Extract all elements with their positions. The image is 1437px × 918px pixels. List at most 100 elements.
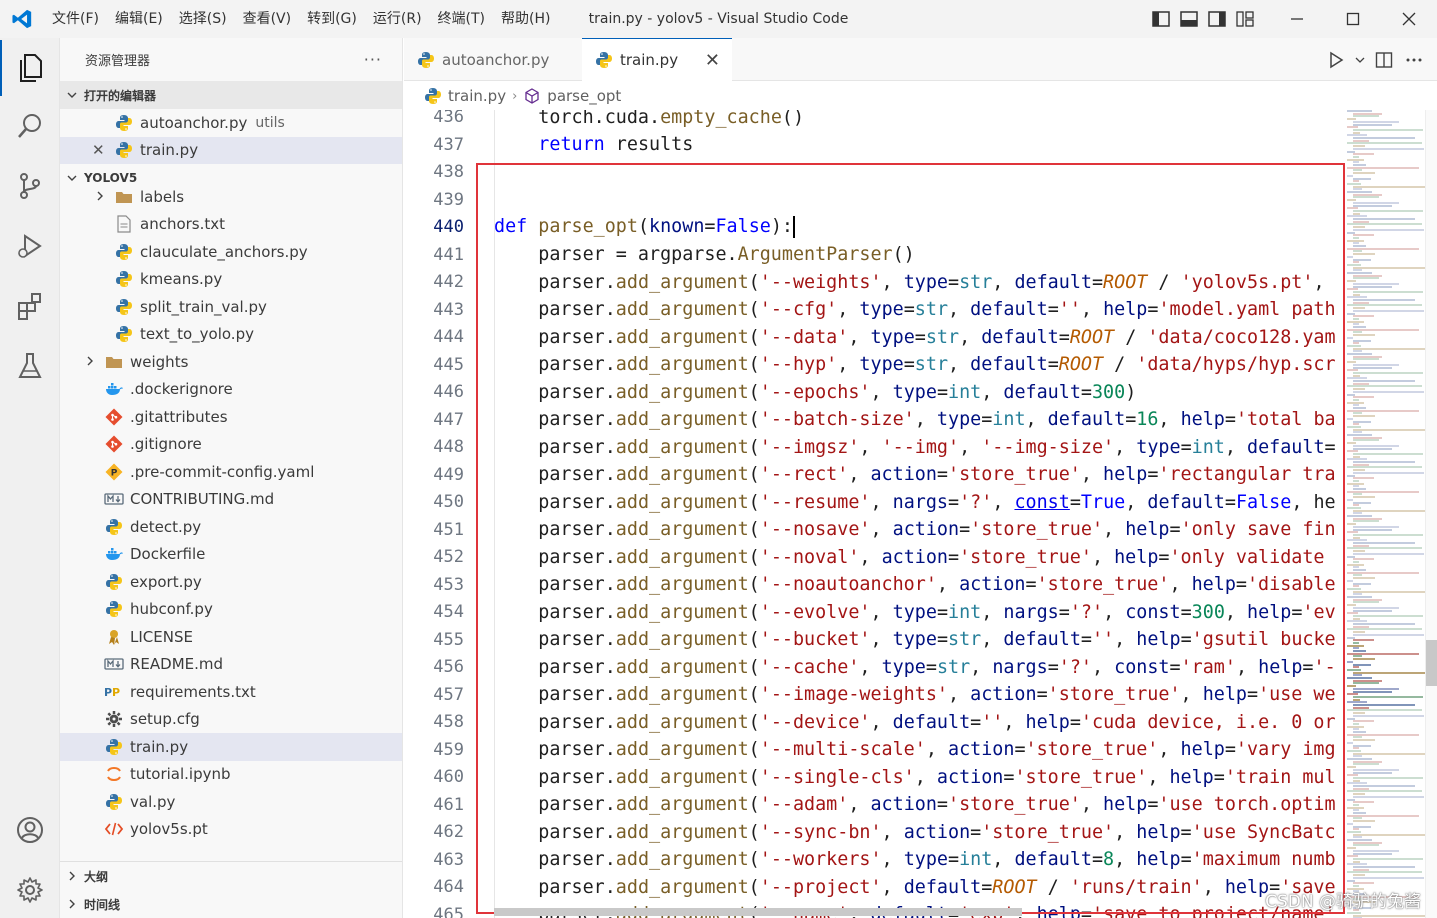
file-item[interactable]: CONTRIBUTING.md: [60, 486, 402, 514]
minimap-line: [1347, 839, 1373, 841]
folder-item[interactable]: labels: [60, 183, 402, 211]
open-editor-item[interactable]: ✕ train.py: [60, 136, 402, 164]
file-item[interactable]: text_to_yolo.py: [60, 321, 402, 349]
markdown-icon: [104, 489, 124, 509]
minimap-line: [1353, 172, 1376, 175]
maximize-icon[interactable]: [1325, 0, 1381, 38]
close-window-icon[interactable]: [1381, 0, 1437, 38]
file-item[interactable]: export.py: [60, 568, 402, 596]
minimize-icon[interactable]: [1269, 0, 1325, 38]
explorer-icon[interactable]: [0, 40, 60, 96]
toggle-primary-sidebar-icon[interactable]: [1147, 0, 1175, 38]
minimap[interactable]: [1345, 110, 1425, 918]
file-name: yolov5s.pt: [130, 820, 208, 839]
menu-item[interactable]: 终端(T): [430, 0, 493, 38]
file-item[interactable]: tutorial.ipynb: [60, 761, 402, 789]
outline-section[interactable]: 大纲: [60, 862, 402, 890]
horizontal-scrollbar-thumb[interactable]: [494, 908, 1022, 916]
open-editor-item[interactable]: autoanchor.py utils: [60, 109, 402, 137]
file-item[interactable]: train.py: [60, 733, 402, 761]
testing-flask-icon[interactable]: [0, 338, 60, 394]
code-line: 451 parser.add_argument('--nosave', acti…: [404, 516, 1336, 544]
folder-item[interactable]: weights: [60, 348, 402, 376]
minimap-line: [1353, 469, 1366, 472]
search-icon[interactable]: [0, 98, 60, 154]
breadcrumb-file[interactable]: train.py: [448, 87, 506, 105]
code-editor[interactable]: 436 torch.cuda.empty_cache() 437 return r…: [404, 110, 1336, 918]
minimap-line: [1353, 566, 1359, 569]
docker-icon: [104, 379, 124, 399]
minimap-line: [1347, 733, 1420, 736]
chevron-down-icon[interactable]: [1353, 47, 1367, 73]
more-actions-icon[interactable]: [1401, 47, 1427, 73]
file-item[interactable]: README.md: [60, 651, 402, 679]
file-item[interactable]: P Prequirements.txt: [60, 678, 402, 706]
minimap-line: [1353, 350, 1363, 353]
file-item[interactable]: hubconf.py: [60, 596, 402, 624]
customize-layout-icon[interactable]: [1231, 0, 1259, 38]
breadcrumb-symbol[interactable]: parse_opt: [547, 87, 621, 105]
file-item[interactable]: setup.cfg: [60, 706, 402, 734]
file-item[interactable]: P .pre-commit-config.yaml: [60, 458, 402, 486]
minimap-line: [1353, 704, 1416, 706]
file-item[interactable]: .dockerignore: [60, 376, 402, 404]
menu-item[interactable]: 转到(G): [299, 0, 365, 38]
minimap-line: [1353, 485, 1359, 488]
menu-item[interactable]: 帮助(H): [493, 0, 558, 38]
close-tab-icon[interactable]: ✕: [705, 50, 720, 71]
vertical-scrollbar[interactable]: [1425, 110, 1437, 918]
open-editors-section[interactable]: 打开的编辑器: [60, 81, 402, 109]
code-text: parser.add_argument('--noval', action='s…: [494, 546, 1336, 568]
minimap-line: [1353, 501, 1372, 504]
menu-item[interactable]: 选择(S): [171, 0, 235, 38]
file-item[interactable]: LICENSE: [60, 623, 402, 651]
menu-item[interactable]: 查看(V): [235, 0, 300, 38]
minimap-line: [1353, 334, 1376, 337]
minimap-line: [1353, 582, 1372, 585]
manage-gear-icon[interactable]: [0, 862, 60, 918]
menu-item[interactable]: 编辑(E): [107, 0, 171, 38]
file-item[interactable]: .gitignore: [60, 431, 402, 459]
minimap-line: [1353, 228, 1425, 231]
minimap-line: [1347, 353, 1373, 355]
file-item[interactable]: Dockerfile: [60, 541, 402, 569]
scrollbar-thumb[interactable]: [1426, 640, 1437, 686]
close-editor-icon[interactable]: ✕: [92, 141, 105, 159]
tab-autoanchor[interactable]: autoanchor.py: [404, 38, 580, 81]
minimap-line: [1353, 355, 1383, 358]
file-item[interactable]: kmeans.py: [60, 266, 402, 294]
minimap-line: [1353, 528, 1393, 531]
minimap-line: [1353, 836, 1363, 839]
toggle-secondary-sidebar-icon[interactable]: [1203, 0, 1231, 38]
toggle-panel-icon[interactable]: [1175, 0, 1203, 38]
run-file-icon[interactable]: [1323, 47, 1349, 73]
menu-item[interactable]: 运行(R): [365, 0, 430, 38]
line-number: 448: [433, 437, 464, 458]
extensions-icon[interactable]: [0, 278, 60, 334]
minimap-line: [1353, 250, 1363, 253]
accounts-icon[interactable]: [0, 802, 60, 858]
line-number: 455: [433, 629, 464, 650]
file-item[interactable]: val.py: [60, 788, 402, 816]
timeline-section[interactable]: 时间线: [60, 890, 402, 918]
file-item[interactable]: .gitattributes: [60, 403, 402, 431]
minimap-line: [1353, 504, 1359, 507]
file-item[interactable]: anchors.txt: [60, 211, 402, 239]
source-control-icon[interactable]: [0, 158, 60, 214]
file-item[interactable]: yolov5s.pt: [60, 816, 402, 844]
svg-text:P: P: [112, 686, 120, 699]
more-actions-icon[interactable]: ···: [364, 50, 382, 69]
minimap-line: [1353, 679, 1383, 682]
code-line: 457 parser.add_argument('--image-weights…: [404, 681, 1336, 709]
minimap-line: [1353, 428, 1425, 431]
menu-item[interactable]: 文件(F): [44, 0, 107, 38]
split-editor-icon[interactable]: [1371, 47, 1397, 73]
minimap-line: [1353, 544, 1370, 547]
minimap-line: [1347, 644, 1365, 647]
file-item[interactable]: clauculate_anchors.py: [60, 238, 402, 266]
file-item[interactable]: split_train_val.py: [60, 293, 402, 321]
tab-train[interactable]: train.py ✕: [582, 38, 732, 81]
file-item[interactable]: detect.py: [60, 513, 402, 541]
open-editor-name: autoanchor.py: [140, 113, 248, 132]
run-and-debug-icon[interactable]: [0, 218, 60, 274]
